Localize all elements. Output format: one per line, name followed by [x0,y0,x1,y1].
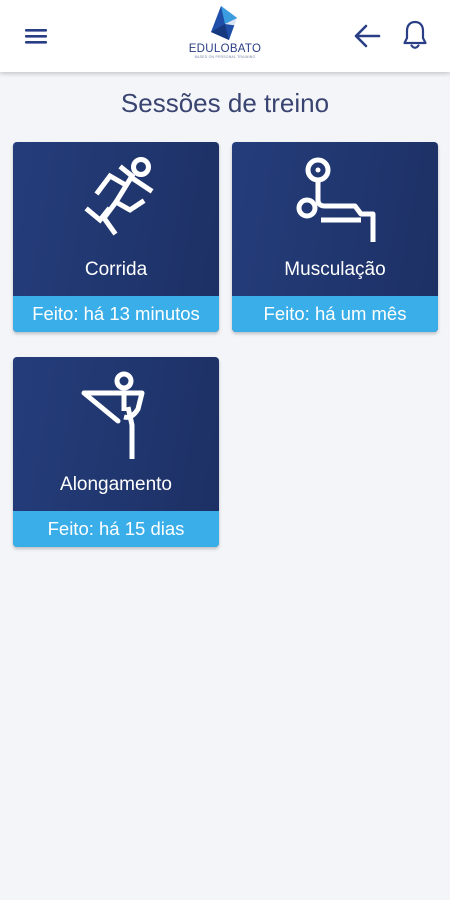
session-status: Feito: há um mês [232,296,438,332]
menu-button[interactable] [16,18,56,54]
arrow-left-icon [354,24,381,48]
bell-icon [403,20,427,49]
app-screen: EDULOBATO BASED ON PERSONAL TRAINING Ses… [0,0,450,900]
brand-logo: EDULOBATO BASED ON PERSONAL TRAINING [175,4,275,68]
page-title: Sessões de treino [120,88,330,118]
running-person-icon [13,148,219,248]
logo-tagline: BASED ON PERSONAL TRAINING [194,55,256,59]
top-app-bar: EDULOBATO BASED ON PERSONAL TRAINING [0,0,450,72]
logo-mark-icon [211,6,239,40]
session-label: Alongamento [60,474,172,495]
hamburger-menu-icon [25,29,47,44]
stretching-person-icon [13,363,219,463]
session-label: Corrida [84,259,148,280]
notifications-button[interactable] [395,14,435,56]
session-label: Musculação [284,259,386,280]
back-button[interactable] [347,16,387,56]
session-card-alongamento[interactable]: Alongamento Feito: há 15 dias [13,357,219,547]
session-card-corrida[interactable]: Corrida Feito: há 13 minutos [13,142,219,332]
session-status: Feito: há 15 dias [13,511,219,547]
weightlifting-bench-icon [232,148,438,248]
session-card-musculacao[interactable]: Musculação Feito: há um mês [232,142,438,332]
logo-name: EDULOBATO [188,43,262,55]
session-status: Feito: há 13 minutos [13,296,219,332]
